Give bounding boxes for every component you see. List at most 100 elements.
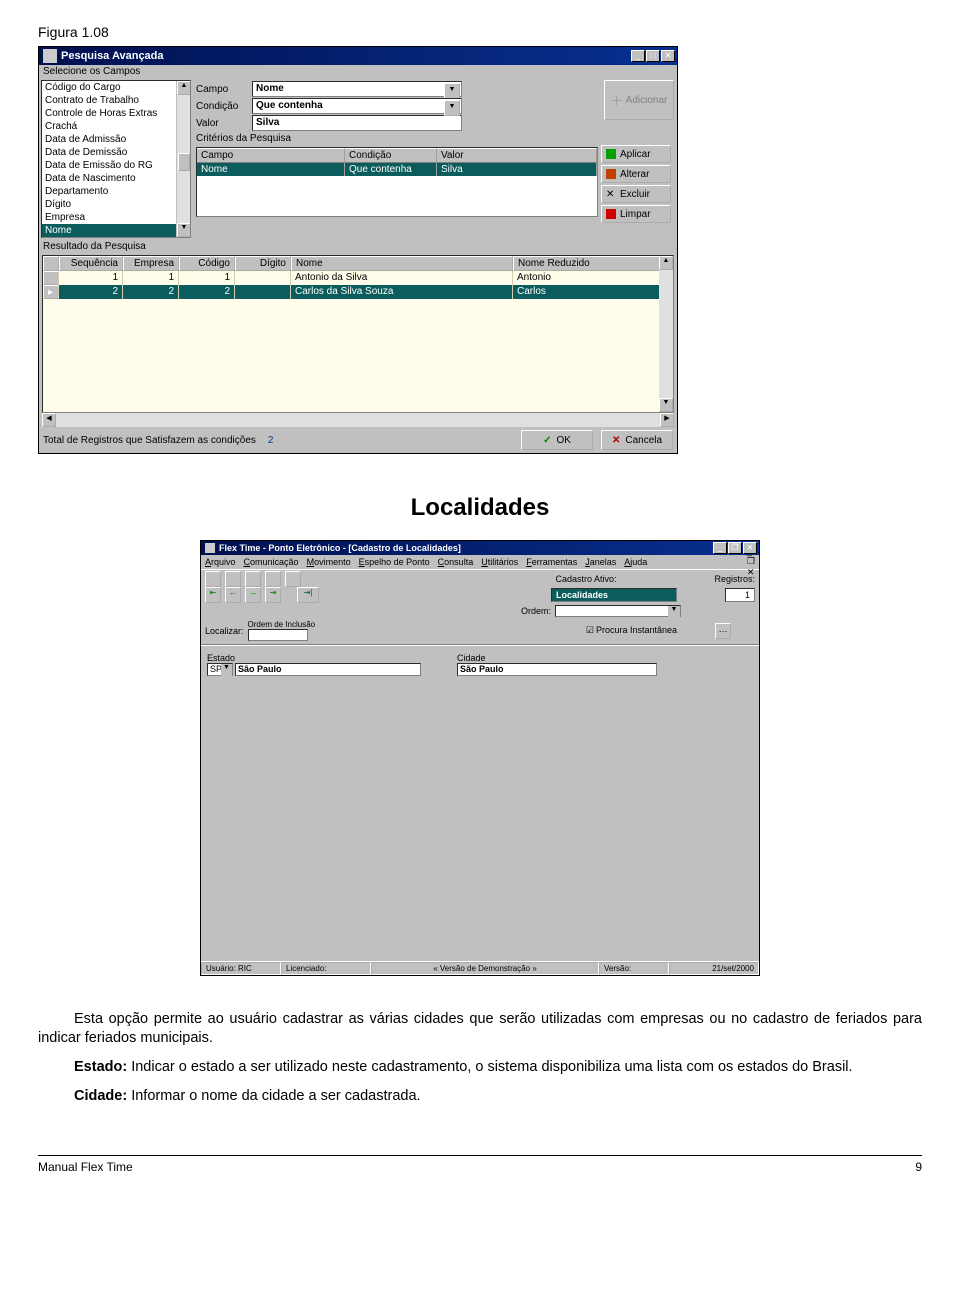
footer-manual: Manual Flex Time — [38, 1160, 133, 1174]
minimize-button[interactable]: _ — [631, 50, 645, 62]
x-icon — [612, 435, 620, 446]
cancel-button[interactable]: Cancela — [601, 430, 673, 450]
list-item[interactable]: Data de Admissão — [42, 133, 190, 146]
nav-last-button[interactable]: ⇥ — [265, 587, 281, 603]
col-nome[interactable]: Nome — [291, 256, 513, 271]
ordem-label: Ordem: — [521, 606, 551, 616]
footer-page-number: 9 — [915, 1160, 922, 1174]
criteria-grid[interactable]: Campo Condição Valor NomeQue contenhaSil… — [196, 147, 598, 217]
mdi-restore-button[interactable]: ❐ — [747, 556, 755, 567]
condicao-combo[interactable]: Que contenha — [252, 98, 462, 114]
list-item[interactable]: Nome — [42, 224, 190, 237]
cadastro-ativo-value: Localidades — [551, 588, 677, 602]
condicao-label: Condição — [196, 101, 252, 112]
mdi-minimize-button[interactable]: _ — [747, 546, 755, 556]
estado-name-input[interactable]: São Paulo — [235, 663, 421, 676]
campo-label: Campo — [196, 84, 252, 95]
menubar[interactable]: Arquivo Comunicação Movimento Espelho de Po… — [201, 555, 759, 569]
paragraph-estado: Estado: Indicar o estado a ser utilizado… — [38, 1058, 922, 1077]
col-condicao: Condição — [345, 148, 437, 163]
statusbar: Usuário: RIC Licenciado: « Versão de Dem… — [201, 961, 759, 975]
ok-button[interactable]: OK — [521, 430, 593, 450]
localizar-input[interactable] — [248, 629, 308, 641]
valor-label: Valor — [196, 118, 252, 129]
maximize-button[interactable]: □ — [646, 50, 660, 62]
table-row[interactable]: ▸222Carlos da Silva SouzaCarlos — [43, 285, 673, 299]
nav-prev-button[interactable]: ← — [225, 587, 241, 603]
col-digito[interactable]: Dígito — [235, 256, 291, 271]
menu-item[interactable]: Arquivo — [205, 557, 236, 567]
titlebar-outer: Flex Time - Ponto Eletrônico - [Cadastro… — [201, 541, 759, 555]
list-item[interactable]: Data de Nascimento — [42, 172, 190, 185]
list-item[interactable]: Data de Emissão do RG — [42, 159, 190, 172]
table-row[interactable]: NomeQue contenhaSilva — [197, 163, 597, 176]
col-codigo[interactable]: Código — [179, 256, 235, 271]
criterios-label: Critérios da Pesquisa — [196, 132, 674, 145]
menu-item[interactable]: Utilitários — [481, 557, 518, 567]
menu-item[interactable]: Ferramentas — [526, 557, 577, 567]
list-item[interactable]: Código do Cargo — [42, 81, 190, 94]
adicionar-button[interactable]: ＋ Adicionar — [604, 80, 674, 120]
plus-icon: ＋ — [611, 92, 623, 109]
menu-item[interactable]: Consulta — [438, 557, 474, 567]
list-item[interactable]: Contrato de Trabalho — [42, 94, 190, 107]
alterar-icon — [606, 169, 616, 179]
table-row[interactable]: 111Antonio da SilvaAntonio — [43, 271, 673, 285]
list-item[interactable]: Data de Demissão — [42, 146, 190, 159]
col-sequencia[interactable]: Sequência — [59, 256, 123, 271]
limpar-icon — [606, 209, 616, 219]
minimize-button[interactable]: _ — [713, 542, 727, 554]
valor-input[interactable]: Silva — [252, 115, 462, 131]
registros-value: 1 — [725, 588, 755, 602]
procura-instantanea-checkbox[interactable]: Procura Instantânea — [586, 625, 677, 636]
toolbar-button[interactable] — [225, 571, 241, 587]
aplicar-icon — [606, 149, 616, 159]
aplicar-button[interactable]: Aplicar — [601, 145, 671, 163]
toolbar-button[interactable] — [205, 571, 221, 587]
col-empresa[interactable]: Empresa — [123, 256, 179, 271]
campo-combo[interactable]: Nome — [252, 81, 462, 97]
section-heading: Localidades — [38, 494, 922, 522]
scrollbar-horizontal[interactable]: ◀▶ — [42, 413, 674, 427]
list-item[interactable]: Nome Reduzido — [42, 237, 190, 238]
close-button[interactable]: ✕ — [661, 50, 675, 62]
limpar-button[interactable]: Limpar — [601, 205, 671, 223]
list-item[interactable]: Empresa — [42, 211, 190, 224]
figure-caption: Figura 1.08 — [38, 24, 922, 40]
restore-button[interactable]: ❐ — [728, 542, 742, 554]
lookup-button[interactable]: … — [715, 623, 731, 639]
list-item[interactable]: Dígito — [42, 198, 190, 211]
menu-item[interactable]: Janelas — [585, 557, 616, 567]
ordem-combo[interactable] — [555, 605, 681, 617]
excluir-icon: ✕ — [606, 189, 616, 199]
list-item[interactable]: Controle de Horas Extras — [42, 107, 190, 120]
cidade-label: Cidade — [457, 653, 657, 663]
list-item[interactable]: Crachá — [42, 120, 190, 133]
alterar-button[interactable]: Alterar — [601, 165, 671, 183]
toolbar-button[interactable] — [265, 571, 281, 587]
exit-button[interactable]: ⇥| — [297, 587, 319, 603]
menu-item[interactable]: Comunicação — [244, 557, 299, 567]
scrollbar[interactable]: ▲▼ — [176, 81, 190, 237]
paragraph-intro: Esta opção permite ao usuário cadastrar … — [38, 1010, 922, 1048]
cadastro-ativo-label: Cadastro Ativo: — [555, 574, 616, 584]
estado-code-combo[interactable]: SP — [207, 663, 233, 676]
toolbar-button[interactable] — [285, 571, 301, 587]
cidade-input[interactable]: São Paulo — [457, 663, 657, 676]
nav-first-button[interactable]: ⇤ — [205, 587, 221, 603]
nav-next-button[interactable]: → — [245, 587, 261, 603]
total-label: Total de Registros que Satisfazem as con… — [43, 435, 256, 446]
field-listbox[interactable]: Código do CargoContrato de TrabalhoContr… — [41, 80, 191, 238]
toolbar-button[interactable] — [245, 571, 261, 587]
paragraph-cidade: Cidade: Informar o nome da cidade a ser … — [38, 1087, 922, 1106]
excluir-button[interactable]: ✕Excluir — [601, 185, 671, 203]
result-grid[interactable]: Sequência Empresa Código Dígito Nome Nom… — [42, 255, 674, 413]
scrollbar-vertical[interactable]: ▲▼ — [659, 256, 673, 412]
col-nome-reduzido[interactable]: Nome Reduzido — [513, 256, 673, 271]
menu-item[interactable]: Ajuda — [624, 557, 647, 567]
list-item[interactable]: Departamento — [42, 185, 190, 198]
ordem-inclusao-label: Ordem de Inclusão — [248, 620, 316, 629]
menu-item[interactable]: Movimento — [307, 557, 351, 567]
selecione-campos-label: Selecione os Campos — [39, 65, 677, 78]
menu-item[interactable]: Espelho de Ponto — [359, 557, 430, 567]
